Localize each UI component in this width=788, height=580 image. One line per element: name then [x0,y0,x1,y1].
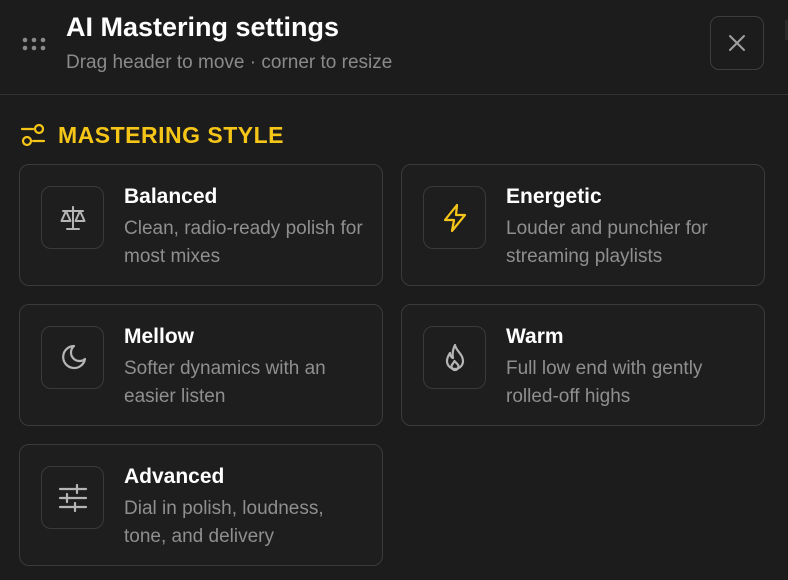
panel-header[interactable]: AI Mastering settings Drag header to mov… [0,0,788,95]
moon-icon [61,344,86,369]
card-title: Mellow [124,325,195,348]
style-card-balanced[interactable]: Balanced Clean, radio-ready polish for m… [19,164,383,286]
card-description: Louder and punchier for streaming playli… [506,218,708,267]
card-description: Clean, radio-ready polish for most mixes [124,218,363,267]
card-description: Dial in polish, loudness, tone, and deli… [124,498,324,547]
scale-icon [60,205,85,230]
card-description: Softer dynamics with an easier listen [124,358,326,407]
section-title: MASTERING STYLE [58,121,285,148]
card-icon-box [423,326,486,389]
card-title: Energetic [506,185,602,208]
card-icon-box [41,466,104,529]
panel-title: AI Mastering settings [66,12,340,42]
sliders-icon [58,483,87,512]
card-icon-box [41,326,104,389]
style-card-warm[interactable]: Warm Full low end with gently rolled-off… [401,304,765,426]
flame-icon [445,343,464,371]
style-card-advanced[interactable]: Advanced Dial in polish, loudness, tone,… [19,444,383,566]
close-icon [729,35,745,51]
panel-subtitle: Drag header to move · corner to resize [66,52,393,73]
card-description: Full low end with gently rolled-off high… [506,358,703,407]
style-card-mellow[interactable]: Mellow Softer dynamics with an easier li… [19,304,383,426]
card-title: Balanced [124,185,218,208]
card-icon-box [41,186,104,249]
style-card-energetic[interactable]: Energetic Louder and punchier for stream… [401,164,765,286]
card-title: Warm [506,325,564,348]
card-title: Advanced [124,465,225,488]
settings-toggle-icon [20,122,46,148]
card-icon-box [423,186,486,249]
close-button[interactable] [710,16,764,70]
lightning-icon [443,203,466,232]
mastering-settings-panel: AI Mastering settings Drag header to mov… [0,0,788,580]
section-header: MASTERING STYLE [20,118,284,152]
drag-handle-icon[interactable] [22,37,48,51]
